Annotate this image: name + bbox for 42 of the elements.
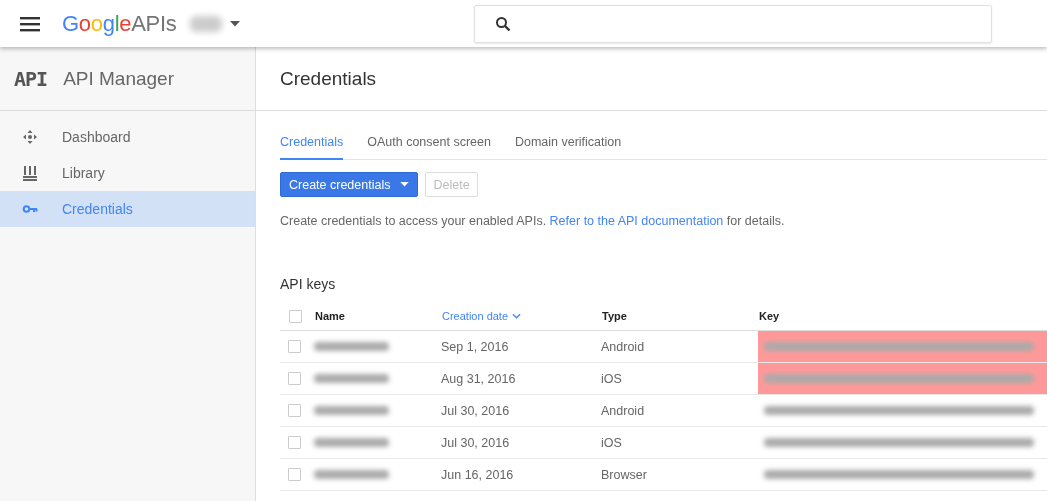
date-cell: Jul 30, 2016 bbox=[441, 435, 510, 450]
column-header[interactable]: Name bbox=[315, 310, 345, 322]
type-cell: Android bbox=[601, 339, 645, 354]
type-cell: Android bbox=[601, 403, 645, 418]
create-credentials-button[interactable]: Create credentials bbox=[280, 172, 419, 197]
tab[interactable]: OAuth consent screen bbox=[367, 135, 491, 160]
sidebar-item[interactable]: Library bbox=[0, 155, 255, 191]
type-cell: iOS bbox=[601, 435, 622, 450]
google-apis-logo: GoogleAPIs bbox=[62, 10, 177, 37]
search-icon bbox=[495, 15, 512, 32]
checkbox[interactable] bbox=[288, 372, 301, 385]
blurred-project-name bbox=[190, 15, 223, 32]
search-field[interactable] bbox=[474, 4, 993, 43]
column-header[interactable]: Creation date bbox=[442, 310, 522, 322]
type-cell: Browser bbox=[601, 467, 647, 482]
column-header[interactable]: Type bbox=[602, 310, 627, 322]
date-cell: Jun 16, 2016 bbox=[441, 467, 514, 482]
tab[interactable]: Credentials bbox=[280, 135, 344, 160]
page-title: Credentials bbox=[280, 67, 377, 90]
sidebar-title: API Manager bbox=[63, 67, 175, 90]
library-icon bbox=[22, 165, 38, 181]
checkbox[interactable] bbox=[288, 340, 301, 353]
chevron-down-icon bbox=[512, 313, 522, 319]
checkbox[interactable] bbox=[289, 309, 302, 323]
checkbox[interactable] bbox=[288, 404, 301, 417]
date-cell: Aug 31, 2016 bbox=[441, 371, 516, 386]
date-cell: Sep 1, 2016 bbox=[441, 339, 509, 354]
tab[interactable]: Domain verification bbox=[514, 135, 622, 160]
documentation-link[interactable]: Refer to the API documentation bbox=[549, 214, 724, 228]
type-cell: iOS bbox=[601, 371, 622, 386]
description-text: Create credentials to access your enabled APIs. Refer to the API documentation for details. bbox=[280, 214, 786, 228]
caret-icon bbox=[400, 182, 410, 187]
caret-icon[interactable] bbox=[230, 20, 241, 27]
api-logo: API bbox=[14, 66, 48, 91]
menu-icon[interactable] bbox=[20, 15, 40, 32]
sidebar-item[interactable]: Dashboard bbox=[0, 119, 255, 155]
date-cell: Jul 30, 2016 bbox=[441, 403, 510, 418]
section-title: API keys bbox=[280, 276, 337, 292]
checkbox[interactable] bbox=[288, 468, 301, 481]
checkbox[interactable] bbox=[288, 436, 301, 449]
column-header[interactable]: Key bbox=[759, 310, 780, 322]
dashboard-icon bbox=[22, 129, 38, 145]
